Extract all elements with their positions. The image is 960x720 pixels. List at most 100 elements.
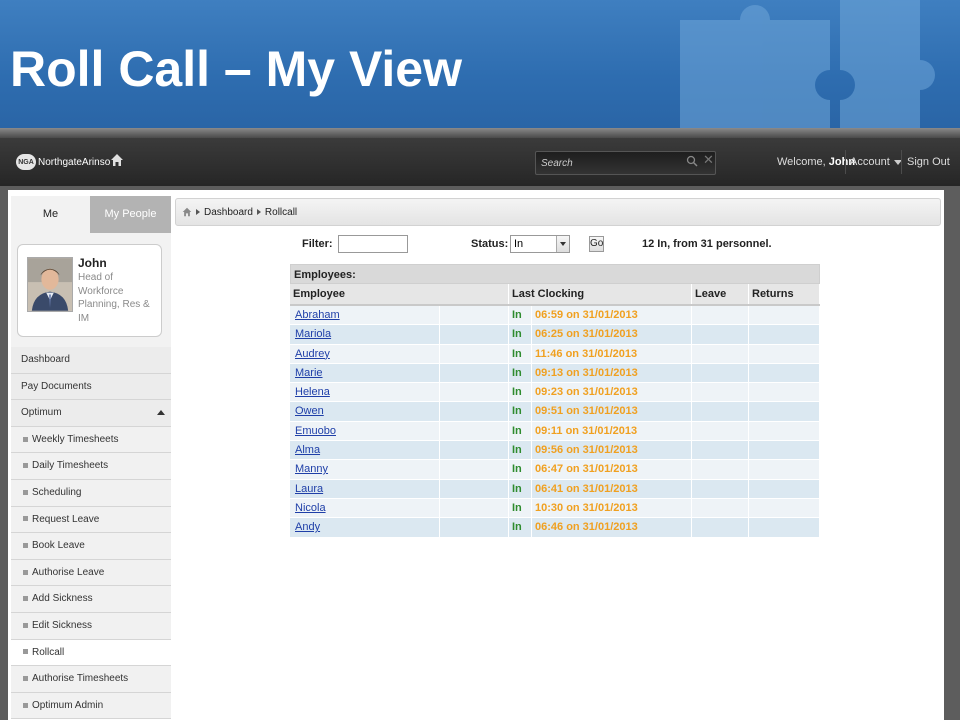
employee-cell: Alma [290,441,440,460]
employee-link[interactable]: Mariola [295,328,331,340]
tab-my-people[interactable]: My People [90,196,171,233]
tab-me[interactable]: Me [11,196,90,233]
signout-link[interactable]: Sign Out [907,156,950,168]
employee-cell: Manny [290,460,440,479]
employee-cell: Mariola [290,325,440,344]
spacer-cell [440,383,509,402]
leave-cell [692,441,749,460]
clocking-time-cell: 09:56 on 31/01/2013 [532,441,692,460]
account-menu[interactable]: Account [850,156,902,168]
sidebar-item-rollcall[interactable]: Rollcall [11,639,171,667]
app-logo[interactable]: NGA NorthgateArinso [16,152,110,172]
clear-search-icon[interactable]: ✕ [703,152,714,168]
table-row: Nicola In 10:30 on 31/01/2013 [290,498,820,519]
breadcrumb-dashboard[interactable]: Dashboard [204,207,253,218]
sidebar-item-label: Authorise Leave [32,566,105,578]
table-row: Helena In 09:23 on 31/01/2013 [290,383,820,403]
employee-link[interactable]: Abraham [295,309,340,321]
employee-link[interactable]: Emuobo [295,425,336,437]
filter-label: Filter: [302,238,333,250]
bullet-icon [23,463,28,469]
spacer-cell [440,402,509,421]
status-cell: In [509,363,532,383]
column-header-leave[interactable]: Leave [692,284,749,304]
bullet-icon [23,702,28,708]
sidebar-item-pay-documents[interactable]: Pay Documents [11,373,171,401]
sidebar-item-label: Authorise Timesheets [32,673,129,685]
employee-link[interactable]: Laura [295,483,323,495]
employee-link[interactable]: Helena [295,386,330,398]
status-select-value: In [514,238,524,250]
sidebar-item-authorise-timesheets[interactable]: Authorise Timesheets [11,666,171,693]
returns-cell [749,402,820,421]
clocking-time-cell: 09:11 on 31/01/2013 [532,421,692,441]
clocking-time-cell: 06:25 on 31/01/2013 [532,325,692,344]
search-icon[interactable] [686,155,698,167]
returns-cell [749,498,820,518]
spacer-cell [440,441,509,460]
sidebar-item-optimum[interactable]: Optimum [11,400,171,427]
sidebar-item-request-leave[interactable]: Request Leave [11,506,171,534]
personnel-summary: 12 In, from 31 personnel. [642,238,772,250]
topbar-divider [845,150,846,174]
employee-link[interactable]: Nicola [295,502,326,514]
status-cell: In [509,325,532,344]
status-cell: In [509,460,532,479]
slide-title: Roll Call – My View [10,41,463,97]
filter-input[interactable] [338,235,408,253]
table-header: Employee Last Clocking Leave Returns [290,284,820,306]
sidebar-item-authorise-leave[interactable]: Authorise Leave [11,559,171,587]
logo-badge: NGA [16,154,36,170]
sidebar-item-dashboard[interactable]: Dashboard [11,347,171,374]
returns-cell [749,325,820,344]
column-header-last-clocking[interactable]: Last Clocking [509,284,692,304]
sidebar-item-edit-sickness[interactable]: Edit Sickness [11,612,171,640]
sidebar-item-label: Daily Timesheets [32,460,109,472]
table-row: Emuobo In 09:11 on 31/01/2013 [290,421,820,442]
spacer-cell [440,325,509,344]
status-select[interactable]: In [510,235,570,253]
returns-cell [749,363,820,383]
sidebar-item-weekly-timesheets[interactable]: Weekly Timesheets [11,426,171,454]
sidebar-item-scheduling[interactable]: Scheduling [11,479,171,507]
table-row: Mariola In 06:25 on 31/01/2013 [290,325,820,345]
employee-cell: Emuobo [290,421,440,441]
spacer-cell [440,421,509,441]
sidebar-item-label: Request Leave [32,513,100,525]
employee-link[interactable]: Manny [295,463,328,475]
chevron-down-icon[interactable] [556,236,569,252]
column-header-returns[interactable]: Returns [749,284,820,304]
status-cell: In [509,421,532,441]
employee-link[interactable]: Owen [295,405,324,417]
status-cell: In [509,344,532,363]
leave-cell [692,344,749,363]
sidebar-item-daily-timesheets[interactable]: Daily Timesheets [11,453,171,480]
home-icon[interactable] [110,153,124,167]
returns-cell [749,479,820,498]
spacer-cell [440,306,509,325]
clocking-time-cell: 09:23 on 31/01/2013 [532,383,692,402]
employee-cell: Helena [290,383,440,402]
leave-cell [692,518,749,537]
sidebar-item-book-leave[interactable]: Book Leave [11,533,171,560]
employee-link[interactable]: Alma [295,444,320,456]
avatar [27,257,73,312]
go-button[interactable]: Go [589,236,604,252]
welcome-text: Welcome, John [777,156,855,168]
sidebar-item-label: Optimum [21,407,62,419]
employee-cell: Abraham [290,306,440,325]
home-icon[interactable] [182,207,192,217]
clocking-time-cell: 06:59 on 31/01/2013 [532,306,692,325]
sidebar-item-optimum-admin[interactable]: Optimum Admin [11,692,171,720]
column-header-employee[interactable]: Employee [290,284,509,304]
leave-cell [692,421,749,441]
employee-link[interactable]: Marie [295,367,323,379]
employee-link[interactable]: Andy [295,521,320,533]
table-row: Owen In 09:51 on 31/01/2013 [290,402,820,422]
employees-table: Employees: Employee Last Clocking Leave … [290,264,820,538]
employee-link[interactable]: Audrey [295,348,330,360]
sidebar-item-label: Add Sickness [32,593,93,605]
sidebar-item-add-sickness[interactable]: Add Sickness [11,586,171,613]
table-row: Alma In 09:56 on 31/01/2013 [290,441,820,461]
leave-cell [692,402,749,421]
